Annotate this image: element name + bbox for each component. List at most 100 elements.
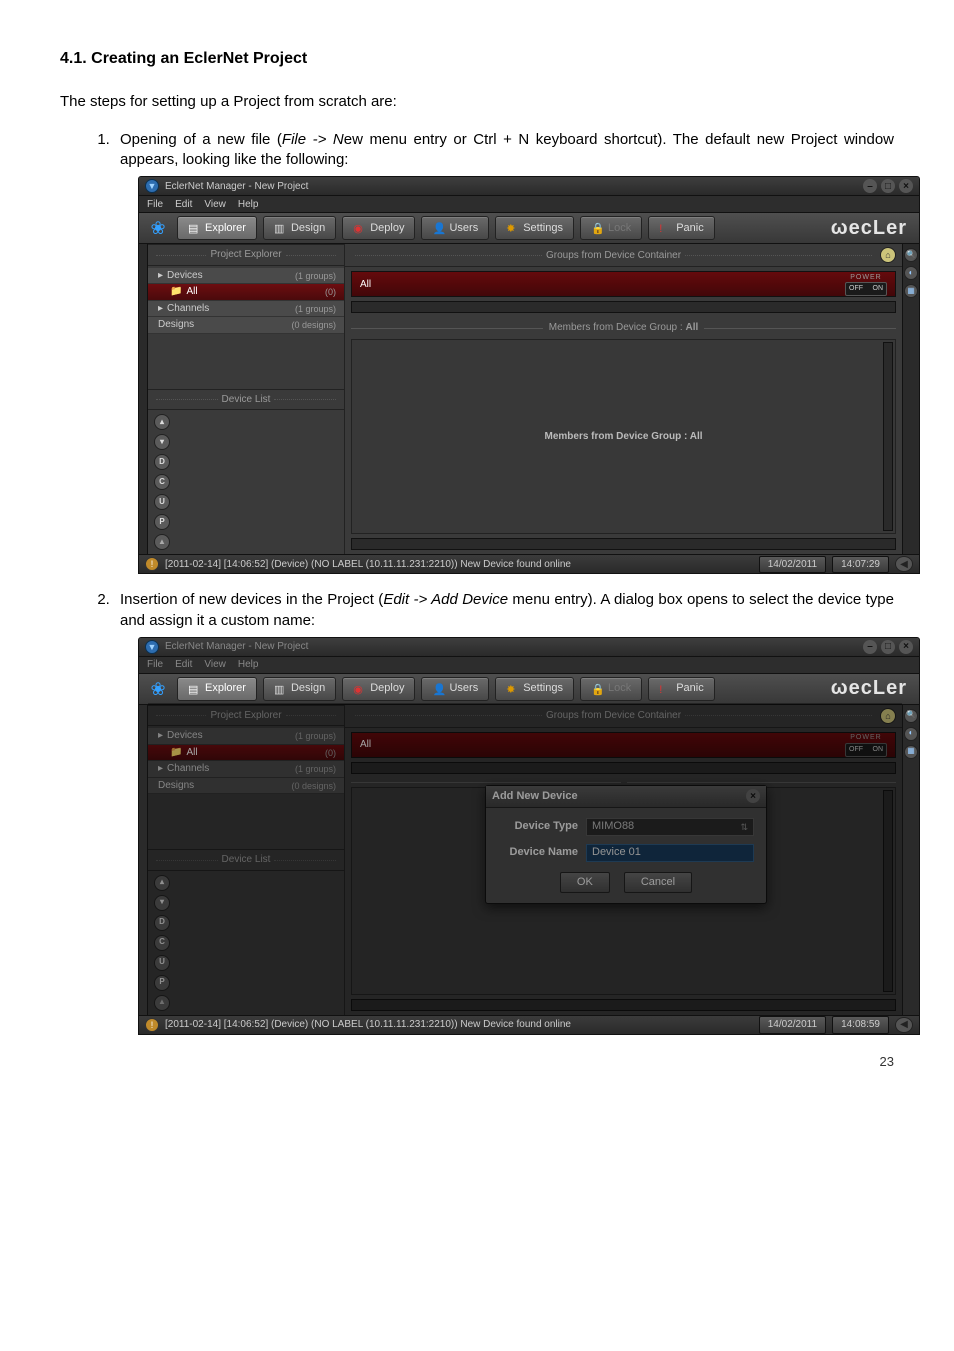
status-bar: ! [2011-02-14] [14:06:52] (Device) (NO L… <box>139 1015 919 1034</box>
zoom-icon[interactable]: 🔍 <box>904 248 918 262</box>
members-vertical-scrollbar[interactable] <box>883 342 893 532</box>
status-date: 14/02/2011 <box>759 556 826 574</box>
groups-title: Groups from Device Container <box>546 249 681 263</box>
power-toggle[interactable]: POWER OFFON <box>845 273 887 296</box>
warning-icon: ! <box>145 1018 159 1032</box>
contrast-icon[interactable]: ◐ <box>904 266 918 280</box>
designs-count: (0 designs) <box>291 319 336 331</box>
left-gutter <box>139 705 148 1015</box>
minimize-button[interactable]: – <box>863 179 877 193</box>
lock-label: Lock <box>608 221 631 236</box>
devices-count: (1 groups) <box>295 270 336 282</box>
users-label: Users <box>449 221 478 236</box>
menu-help[interactable]: Help <box>238 198 259 212</box>
minimize-button[interactable]: – <box>863 640 877 654</box>
power-label: POWER <box>850 273 881 282</box>
deploy-button[interactable]: ◉Deploy <box>342 216 415 240</box>
brand-text: ecLer <box>849 677 907 699</box>
deploy-label: Deploy <box>370 221 404 236</box>
status-bar: ! [2011-02-14] [14:06:52] (Device) (NO L… <box>139 554 919 573</box>
design-icon: ▥ <box>274 222 286 234</box>
panic-button[interactable]: !Panic <box>648 216 715 240</box>
menu-edit[interactable]: Edit <box>175 198 192 212</box>
device-list-label: Device List <box>222 393 271 407</box>
menu-bar: File Edit View Help <box>139 657 919 674</box>
deploy-button[interactable]: ◉Deploy <box>342 677 415 701</box>
brand-logo: ωecLer <box>831 215 913 242</box>
settings-label: Settings <box>523 681 563 696</box>
modal-overlay <box>148 703 902 1015</box>
explorer-button[interactable]: ▤Explorer <box>177 216 257 240</box>
panic-button[interactable]: !Panic <box>648 677 715 701</box>
toolbar: ❀ ▤Explorer ▥Design ◉Deploy 👤Users ✸Sett… <box>139 213 919 244</box>
close-button[interactable]: × <box>899 640 913 654</box>
menu-help[interactable]: Help <box>238 658 259 672</box>
tree-all[interactable]: 📁 All(0) <box>148 284 344 301</box>
sort-up-icon[interactable]: ▴ <box>154 414 170 430</box>
filter-p-button[interactable]: P <box>154 514 170 530</box>
users-button[interactable]: 👤Users <box>421 677 489 701</box>
groups-horizontal-scrollbar[interactable] <box>351 301 896 313</box>
step2-italic: Edit -> Add Device <box>383 591 508 608</box>
menu-edit[interactable]: Edit <box>175 658 192 672</box>
settings-button[interactable]: ✸ Settings <box>495 677 574 701</box>
tree-designs[interactable]: Designs(0 designs) <box>148 317 344 334</box>
grid-icon[interactable]: ▦ <box>904 284 918 298</box>
status-message: [2011-02-14] [14:06:52] (Device) (NO LAB… <box>165 558 753 572</box>
folder-icon: 📁 <box>170 285 182 299</box>
menu-view[interactable]: View <box>204 658 226 672</box>
window-title: EclerNet Manager - New Project <box>165 640 859 654</box>
toolbar: ❀ ▤Explorer ▥Design ◉Deploy 👤Users ✸ Sett… <box>139 674 919 705</box>
contrast-icon[interactable]: ◐ <box>904 727 918 741</box>
menu-view[interactable]: View <box>204 198 226 212</box>
users-button[interactable]: 👤 Users <box>421 216 489 240</box>
filter-d-button[interactable]: D <box>154 454 170 470</box>
section-heading: 4.1. Creating an EclerNet Project <box>60 48 894 70</box>
power-off-label: OFF <box>849 284 863 293</box>
menu-bar: File Edit View Help <box>139 196 919 213</box>
members-horizontal-scrollbar[interactable] <box>351 538 896 550</box>
tree-channels[interactable]: ▸ Channels(1 groups) <box>148 301 344 318</box>
step1-italic: File -> N <box>282 131 344 148</box>
settings-button[interactable]: ✸ Settings <box>495 216 574 240</box>
group-all-bar[interactable]: All POWER OFFON <box>351 271 896 297</box>
tree: ▸ Devices(1 groups) 📁 All(0) ▸ Channels(… <box>148 266 344 342</box>
close-button[interactable]: × <box>899 179 913 193</box>
design-button[interactable]: ▥Design <box>263 677 336 701</box>
panic-icon: ! <box>659 222 671 234</box>
menu-file[interactable]: File <box>147 658 163 672</box>
gear-icon: ✸ <box>506 683 518 695</box>
status-date: 14/02/2011 <box>759 1016 826 1034</box>
tree-devices[interactable]: ▸ Devices(1 groups) <box>148 268 344 285</box>
lock-icon: 🔒 <box>591 683 603 695</box>
app-logo-icon: ❀ <box>145 677 171 701</box>
project-explorer-title: Project Explorer <box>148 244 344 266</box>
menu-file[interactable]: File <box>147 198 163 212</box>
home-icon[interactable]: ⌂ <box>880 247 896 263</box>
filter-c-button[interactable]: C <box>154 474 170 490</box>
step-2: Insertion of new devices in the Project … <box>114 590 894 1035</box>
gear-icon: ✸ <box>506 222 518 234</box>
filter-u-button[interactable]: U <box>154 494 170 510</box>
sort-down-icon[interactable]: ▾ <box>154 434 170 450</box>
users-icon: 👤 <box>432 222 444 234</box>
grid-icon[interactable]: ▦ <box>904 745 918 759</box>
design-button[interactable]: ▥Design <box>263 216 336 240</box>
lock-icon: 🔒 <box>591 222 603 234</box>
settings-label: Settings <box>523 221 563 236</box>
explorer-icon: ▤ <box>188 222 200 234</box>
maximize-button[interactable]: □ <box>881 179 895 193</box>
explorer-button[interactable]: ▤Explorer <box>177 677 257 701</box>
zoom-icon[interactable]: 🔍 <box>904 709 918 723</box>
speaker-icon[interactable]: ◀ <box>895 556 913 572</box>
lock-button[interactable]: 🔒 Lock <box>580 216 642 240</box>
speaker-icon[interactable]: ◀ <box>895 1017 913 1033</box>
maximize-button[interactable]: □ <box>881 640 895 654</box>
main-content: Groups from Device Container ⌂ All POWER … <box>344 244 902 554</box>
lock-button[interactable]: 🔒Lock <box>580 677 642 701</box>
bell-icon[interactable]: ▲ <box>154 534 170 550</box>
device-list-title: Device List <box>148 389 344 411</box>
panic-icon: ! <box>659 683 671 695</box>
window-title: EclerNet Manager - New Project <box>165 180 859 194</box>
right-gutter: 🔍 ◐ ▦ <box>902 705 919 1015</box>
